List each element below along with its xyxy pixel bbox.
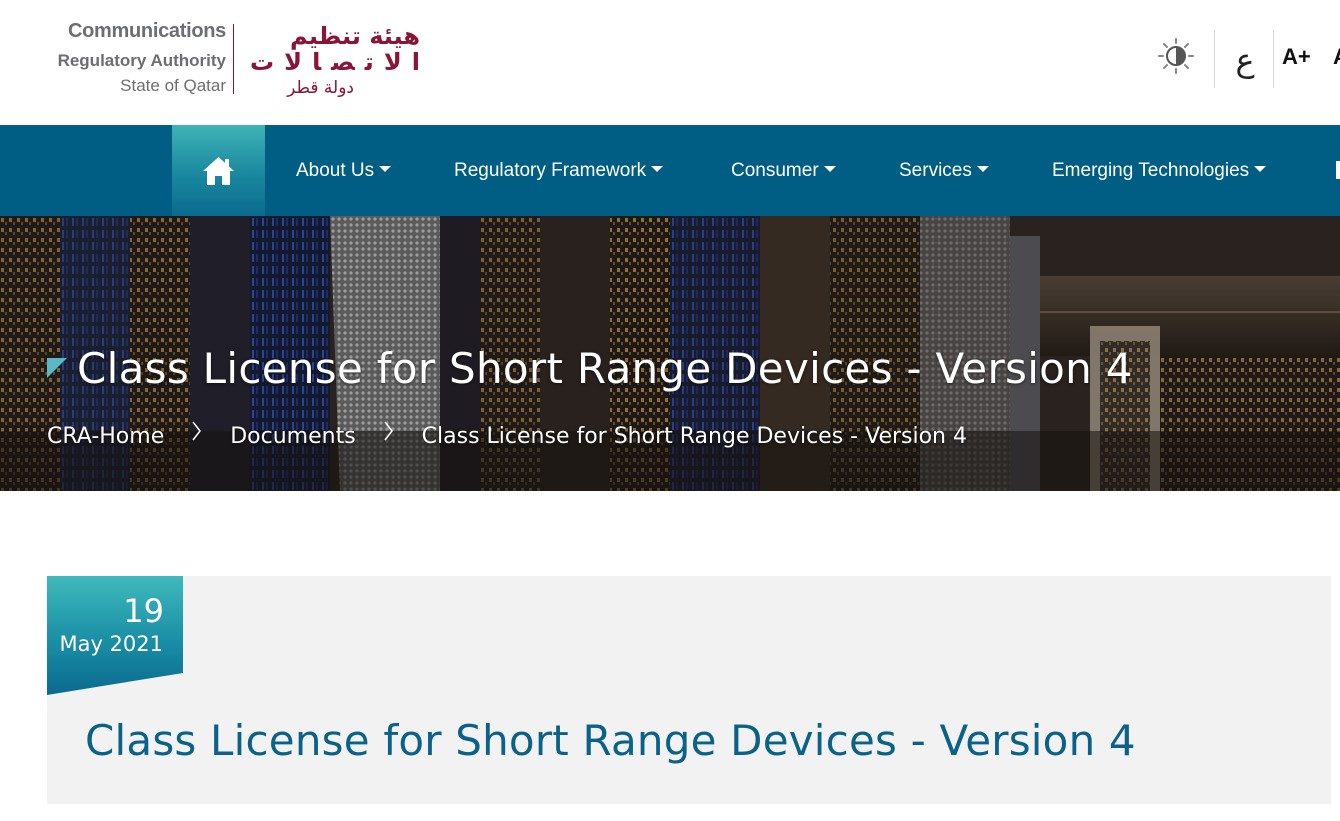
home-icon (203, 157, 234, 185)
breadcrumb-current-page: Class License for Short Range Devices - … (421, 423, 967, 449)
title-accent-marker (47, 358, 67, 378)
nav-item-label: Regulatory Framework (454, 160, 647, 181)
logo-line-1: Communications (67, 20, 226, 42)
logo-divider (233, 24, 234, 94)
header-divider (1273, 30, 1274, 88)
page-title: Class License for Short Range Devices - … (77, 344, 1133, 393)
logo-line-3: State of Qatar (120, 76, 226, 95)
font-decrease-button[interactable]: A (1333, 44, 1340, 70)
theme-toggle-button[interactable] (1156, 36, 1196, 76)
nav-home-button[interactable] (172, 125, 265, 216)
logo-arabic-line-1: هيئة تنظيم (290, 22, 420, 50)
date-day: 19 (123, 592, 164, 630)
caret-down-icon (379, 165, 392, 172)
logo-line-2: Regulatory Authority (57, 51, 226, 70)
nav-item-overflow[interactable] (1336, 161, 1340, 179)
caret-down-icon (823, 165, 836, 172)
caret-down-icon (1254, 165, 1267, 172)
breadcrumb-documents-link[interactable]: Documents (230, 424, 355, 449)
caret-down-icon (976, 165, 989, 172)
sun-icon (1158, 38, 1194, 74)
nav-item-emerging-technologies[interactable]: Emerging Technologies (1052, 125, 1267, 216)
page-banner: Class License for Short Range Devices - … (0, 216, 1340, 491)
cra-logo[interactable]: Communications Regulatory Authority Stat… (46, 20, 426, 100)
breadcrumb: CRA-Home Documents Class License for Sho… (47, 416, 967, 449)
chevron-right-icon (384, 421, 393, 441)
font-increase-button[interactable]: A+ (1282, 44, 1311, 70)
site-header: Communications Regulatory Authority Stat… (0, 0, 1340, 125)
nav-item-label: Consumer (731, 160, 819, 181)
document-title[interactable]: Class License for Short Range Devices - … (85, 716, 1136, 765)
logo-arabic-line-3: دولة قطر (286, 78, 354, 98)
logo-arabic-text: هيئة تنظيم الاتصالات دولة قطر (250, 22, 420, 98)
logo-arabic-line-2: الاتصالات (250, 48, 420, 76)
nav-item-label: Emerging Technologies (1052, 160, 1250, 181)
nav-item-services[interactable]: Services (899, 125, 989, 216)
nav-item-label: About Us (296, 160, 375, 181)
language-switch-button[interactable]: ع (1228, 38, 1262, 82)
nav-item-regulatory-framework[interactable]: Regulatory Framework (454, 125, 664, 216)
date-badge: 19 May 2021 (47, 576, 183, 695)
header-divider (1214, 30, 1215, 88)
date-month-year: May 2021 (59, 632, 163, 656)
nav-item-about-us[interactable]: About Us (296, 125, 392, 216)
breadcrumb-home-link[interactable]: CRA-Home (47, 424, 164, 449)
nav-item-label: Services (899, 160, 972, 181)
nav-item-consumer[interactable]: Consumer (731, 125, 836, 216)
chevron-right-icon (192, 421, 202, 441)
main-navigation: About Us Regulatory Framework Consumer S… (0, 125, 1340, 216)
caret-down-icon (651, 165, 664, 172)
document-card (47, 576, 1331, 804)
